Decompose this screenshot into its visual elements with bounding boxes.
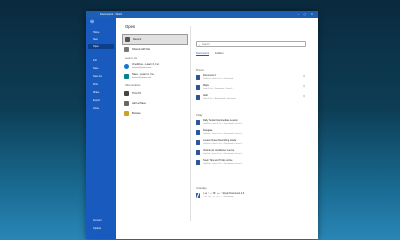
brand-line-2: Luster bbox=[190, 203, 232, 220]
word-doc-icon bbox=[196, 140, 201, 145]
globe-plus-icon bbox=[124, 101, 129, 106]
word-doc-icon bbox=[196, 150, 201, 155]
pin-icon[interactable]: ⚲ bbox=[303, 75, 305, 78]
search-icon: ⌕ bbox=[198, 43, 201, 47]
nav-share[interactable]: Share bbox=[88, 90, 114, 95]
clock-icon bbox=[125, 37, 130, 42]
location-label: Recent bbox=[133, 38, 142, 41]
file-row[interactable]: Vehicle air conditioner source OneDrive … bbox=[195, 148, 307, 157]
location-recent[interactable]: Recent bbox=[122, 34, 188, 45]
section-other: Other locations bbox=[125, 85, 141, 87]
location-sub: ks.kevin@learnit.com bbox=[132, 66, 152, 69]
backstage-nav: ⊖ Home New Open Info Save Save As Print … bbox=[86, 18, 116, 239]
search-input[interactable]: ⌕ Search bbox=[196, 41, 306, 47]
nav-save-as[interactable]: Save As bbox=[88, 74, 114, 79]
nav-print[interactable]: Print bbox=[88, 82, 114, 87]
tab-documents[interactable]: Documents bbox=[196, 52, 210, 56]
nav-open[interactable]: Open bbox=[88, 44, 114, 49]
file-path: Learn It, Inc. » Backup draft » Document… bbox=[203, 97, 237, 100]
people-icon bbox=[124, 47, 129, 52]
window-controls[interactable]: – ▢ ✕ bbox=[297, 11, 315, 18]
word-doc-icon bbox=[196, 130, 201, 135]
pin-icon[interactable]: ⚲ bbox=[303, 85, 305, 88]
search-placeholder: Search bbox=[202, 43, 210, 46]
pin-icon[interactable]: ⚲ bbox=[303, 95, 305, 98]
tab-folders[interactable]: Folders bbox=[215, 52, 224, 55]
location-shared[interactable]: Shared with Me bbox=[122, 45, 186, 54]
nav-export[interactable]: Export bbox=[88, 98, 114, 103]
computer-icon bbox=[124, 91, 129, 96]
location-onedrive[interactable]: OneDrive - Learn It, Inc. ks.kevin@learn… bbox=[122, 62, 186, 71]
word-doc-icon bbox=[196, 95, 201, 100]
location-label: Add a Place bbox=[132, 102, 146, 105]
location-browse[interactable]: Browse bbox=[122, 109, 186, 118]
location-label: Browse bbox=[132, 112, 141, 115]
word-doc-icon bbox=[196, 75, 201, 80]
location-sub: ks.kevin@learnit.com bbox=[132, 76, 152, 79]
folder-icon bbox=[124, 111, 129, 116]
file-row[interactable]: Daily Social Intermediate Lesson OneDriv… bbox=[195, 118, 307, 127]
file-path: OneDrive - Learn It, Inc. » Documents » … bbox=[203, 162, 243, 165]
location-this-pc[interactable]: This PC bbox=[122, 89, 186, 98]
nav-account[interactable]: Account bbox=[88, 218, 114, 223]
location-add-place[interactable]: Add a Place bbox=[122, 99, 186, 108]
word-doc-icon bbox=[196, 160, 201, 165]
nav-close[interactable]: Close bbox=[88, 106, 114, 111]
group-pinned: Pinned bbox=[196, 69, 204, 72]
window-title: Document1 - Word bbox=[100, 13, 122, 16]
file-path: OneDrive - Learn It, Inc. » Documents » … bbox=[203, 152, 243, 155]
nav-options[interactable]: Options bbox=[88, 226, 114, 231]
onedrive-cloud-icon bbox=[124, 64, 129, 69]
brand-line-1: Mind bbox=[190, 187, 223, 204]
file-row[interactable]: Team Tips and Tricks online OneDrive - L… bbox=[195, 158, 307, 167]
location-sites[interactable]: Sites - Learn It, Inc. ks.kevin@learnit.… bbox=[122, 72, 186, 81]
file-path: OneDrive - Learn It, Inc. » Documents » … bbox=[203, 142, 243, 145]
file-path: Learn It, Inc. » Documents » Learn It... bbox=[203, 87, 234, 90]
file-row[interactable]: Document 2 OneDrive - Learn It, Inc. » D… bbox=[195, 73, 307, 82]
location-label: Shared with Me bbox=[132, 48, 151, 51]
file-path: OneDrive - Learn It, Inc. » Documents » … bbox=[203, 132, 243, 135]
page-title: Open bbox=[125, 24, 136, 29]
file-path: OneDrive - Learn It, Inc. » Documents » … bbox=[203, 122, 243, 125]
nav-save[interactable]: Save bbox=[88, 66, 114, 71]
file-row[interactable]: Delegate OneDrive - Learn It, Inc. » Doc… bbox=[195, 128, 307, 137]
file-row[interactable]: draft Learn It, Inc. » Backup draft » Do… bbox=[195, 93, 307, 102]
nav-home[interactable]: Home bbox=[88, 30, 114, 35]
nav-new[interactable]: New bbox=[88, 37, 114, 42]
back-arrow-icon[interactable]: ⊖ bbox=[90, 20, 96, 25]
file-path: OneDrive - Learn It, Inc. » Documents bbox=[203, 77, 234, 80]
word-doc-icon bbox=[196, 120, 201, 125]
file-row[interactable]: Lesson Notes Recording Guide OneDrive - … bbox=[195, 138, 307, 147]
sites-icon bbox=[124, 74, 129, 79]
group-today: Today bbox=[196, 114, 203, 117]
word-doc-icon bbox=[196, 85, 201, 90]
nav-info[interactable]: Info bbox=[88, 58, 114, 63]
location-label: This PC bbox=[132, 92, 142, 95]
brain-icon bbox=[163, 189, 189, 217]
mindluster-logo: Mind Luster bbox=[163, 183, 273, 223]
file-row[interactable]: Maps Learn It, Inc. » Documents » Learn … bbox=[195, 83, 307, 92]
title-bar: Document1 - Word – ▢ ✕ bbox=[86, 11, 318, 18]
section-org: Learn It, Inc. bbox=[125, 58, 138, 60]
